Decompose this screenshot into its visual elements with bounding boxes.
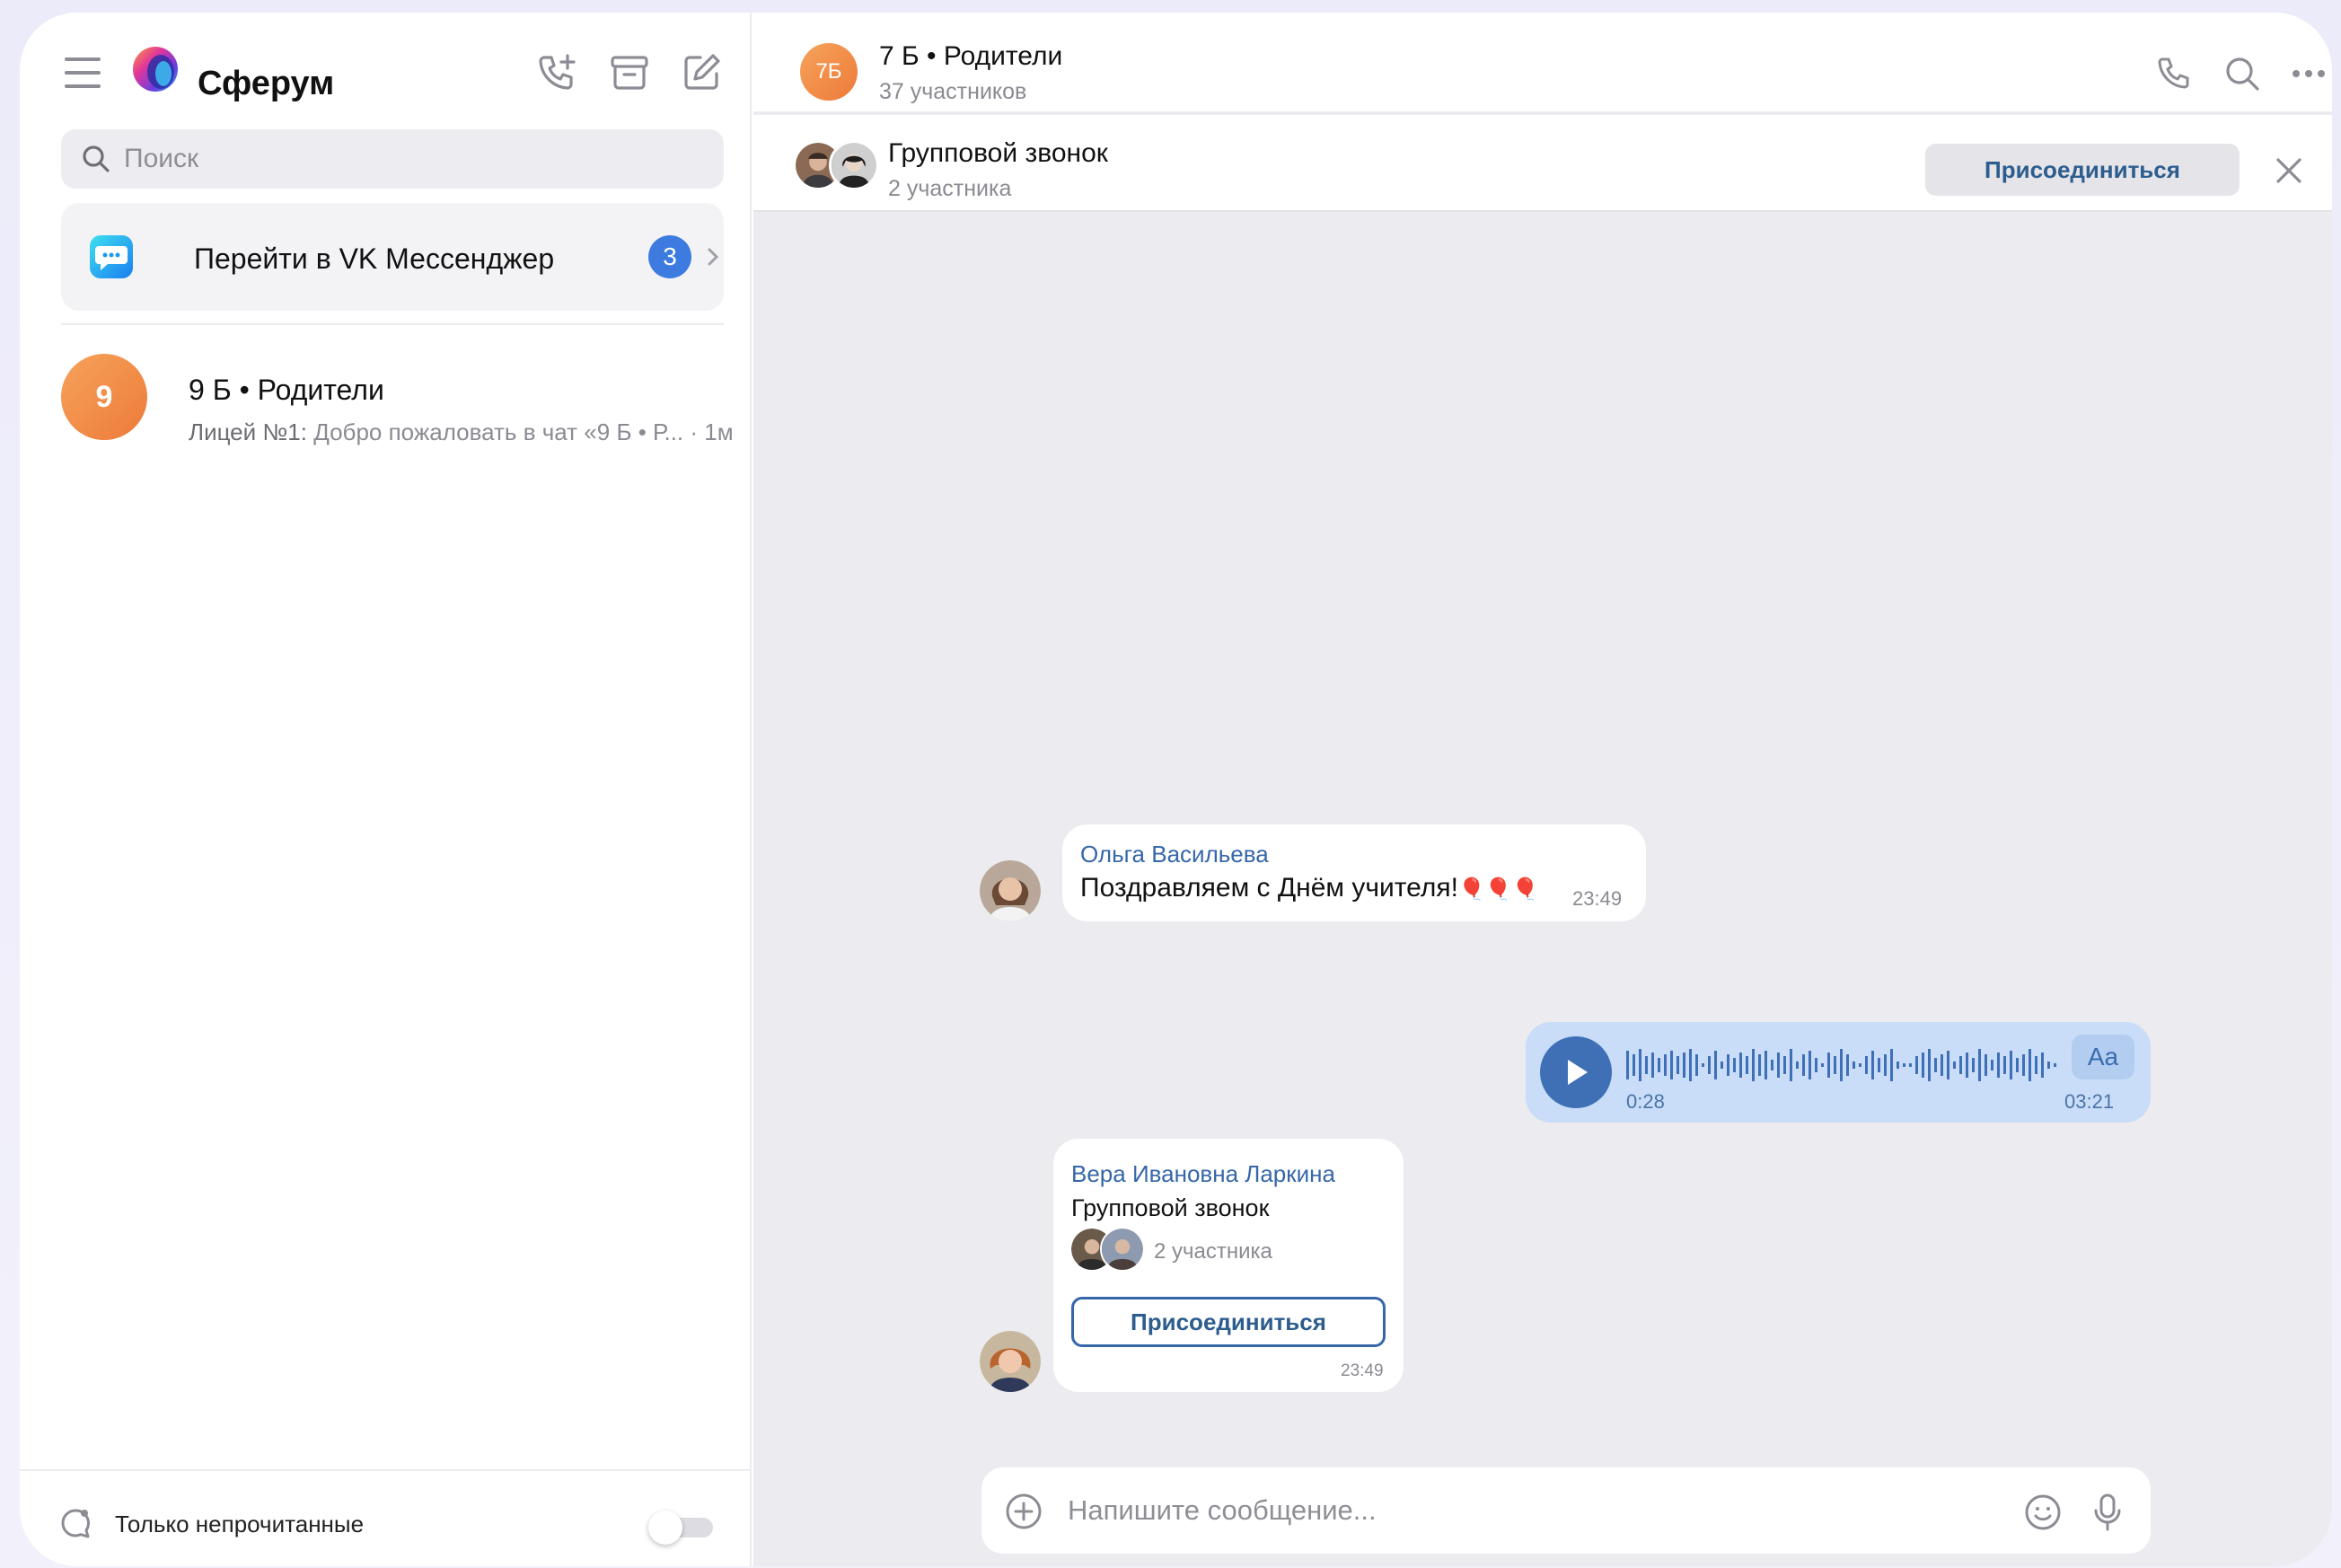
chat-title: 9 Б • Родители (189, 374, 384, 406)
call-card-participants: 2 участника (1154, 1239, 1272, 1264)
chat-avatar: 9 (61, 354, 147, 440)
voice-current-time: 0:28 (1626, 1090, 1665, 1113)
sender-avatar[interactable] (980, 860, 1041, 921)
app-title: Сферум (198, 65, 335, 102)
vk-messenger-icon (90, 235, 133, 278)
chat-list-item[interactable]: 9 9 Б • Родители Лицей №1: Добро пожалов… (61, 345, 744, 453)
sferum-logo (133, 47, 178, 92)
chat-preview: Лицей №1: Добро пожаловать в чат «9 Б • … (189, 418, 734, 446)
group-call-banner: Групповой звонок 2 участника Присоединит… (753, 115, 2332, 212)
call-card-title: Групповой звонок (1071, 1194, 1270, 1221)
message-emoji: 🎈🎈🎈 (1457, 877, 1539, 902)
participant-avatar (1100, 1227, 1145, 1272)
search-field[interactable] (61, 129, 724, 189)
call-banner-title: Групповой звонок (888, 138, 1108, 168)
unread-count-badge: 3 (648, 235, 691, 278)
chat-header-title[interactable]: 7 Б • Родители (879, 41, 1062, 72)
more-icon[interactable] (2289, 54, 2328, 93)
chat-header: 7Б 7 Б • Родители 37 участников (753, 13, 2332, 113)
join-call-button[interactable]: Присоединиться (1925, 144, 2240, 196)
search-icon (83, 145, 110, 172)
close-icon[interactable] (2275, 156, 2303, 185)
message-composer (981, 1467, 2151, 1554)
play-button[interactable] (1540, 1036, 1612, 1108)
message-sender[interactable]: Ольга Васильева (1080, 841, 1269, 868)
voice-duration: 03:21 (2064, 1090, 2115, 1113)
message-sender[interactable]: Вера Ивановна Ларкина (1071, 1160, 1335, 1188)
chat-header-members[interactable]: 37 участников (879, 79, 1026, 105)
message-time: 23:49 (1341, 1361, 1384, 1380)
chat-preview-author: Лицей №1: (189, 418, 307, 445)
search-input[interactable] (124, 129, 699, 189)
chat-preview-text: Добро пожаловать в чат «9 Б • Р... (306, 418, 684, 445)
search-icon[interactable] (2222, 54, 2262, 93)
call-banner-participants: 2 участника (888, 176, 1012, 201)
microphone-icon[interactable] (2091, 1493, 2124, 1532)
archive-icon[interactable] (607, 50, 652, 95)
toggle-knob (648, 1511, 682, 1545)
add-call-icon[interactable] (535, 50, 580, 95)
sidebar: Сферум Поиск Перейти в VK Мессенджер 3 9… (20, 13, 752, 1566)
divider (61, 323, 724, 325)
emoji-icon[interactable] (2023, 1493, 2063, 1532)
compose-icon[interactable] (679, 50, 724, 95)
vk-messenger-link[interactable]: Перейти в VK Мессенджер 3 (61, 203, 724, 311)
attach-plus-icon[interactable] (1005, 1493, 1043, 1530)
message-body: Поздравляем с Днём учителя! (1080, 873, 1458, 903)
sender-avatar[interactable] (980, 1331, 1041, 1392)
voice-message: 0:28 03:21 Aa (1526, 1022, 2151, 1123)
waveform[interactable] (1626, 1045, 2061, 1085)
chevron-right-icon (708, 248, 719, 266)
message-text: Поздравляем с Днём учителя!🎈🎈🎈 (1080, 873, 1539, 903)
chat-time: · 1м (683, 418, 734, 445)
message-bubble[interactable]: Ольга Васильева Поздравляем с Днём учите… (1062, 824, 1646, 921)
chat-header-avatar[interactable]: 7Б (800, 43, 858, 101)
unread-only-toggle[interactable] (648, 1509, 717, 1545)
join-call-button[interactable]: Присоединиться (1071, 1297, 1386, 1347)
menu-icon[interactable] (65, 57, 101, 88)
call-message-bubble: Вера Ивановна Ларкина Групповой звонок 2… (1053, 1139, 1404, 1392)
call-participants-avatars (793, 140, 879, 190)
participant-avatar (829, 140, 879, 190)
vk-messenger-label: Перейти в VK Мессенджер (194, 242, 555, 275)
app-window: Сферум Поиск Перейти в VK Мессенджер 3 9… (20, 13, 2332, 1566)
play-icon (1568, 1060, 1588, 1085)
sidebar-footer: Только непрочитанные (20, 1469, 752, 1566)
phone-icon[interactable] (2154, 54, 2194, 93)
unread-only-label: Только непрочитанные (115, 1511, 365, 1537)
sidebar-header: Сферум (20, 13, 750, 138)
unread-chat-icon (61, 1509, 90, 1538)
chat-panel: 7Б 7 Б • Родители 37 участников Группово… (753, 13, 2332, 1566)
message-time: 23:49 (1572, 887, 1623, 910)
transcribe-button[interactable]: Aa (2072, 1035, 2134, 1079)
message-input[interactable] (1068, 1467, 1966, 1554)
